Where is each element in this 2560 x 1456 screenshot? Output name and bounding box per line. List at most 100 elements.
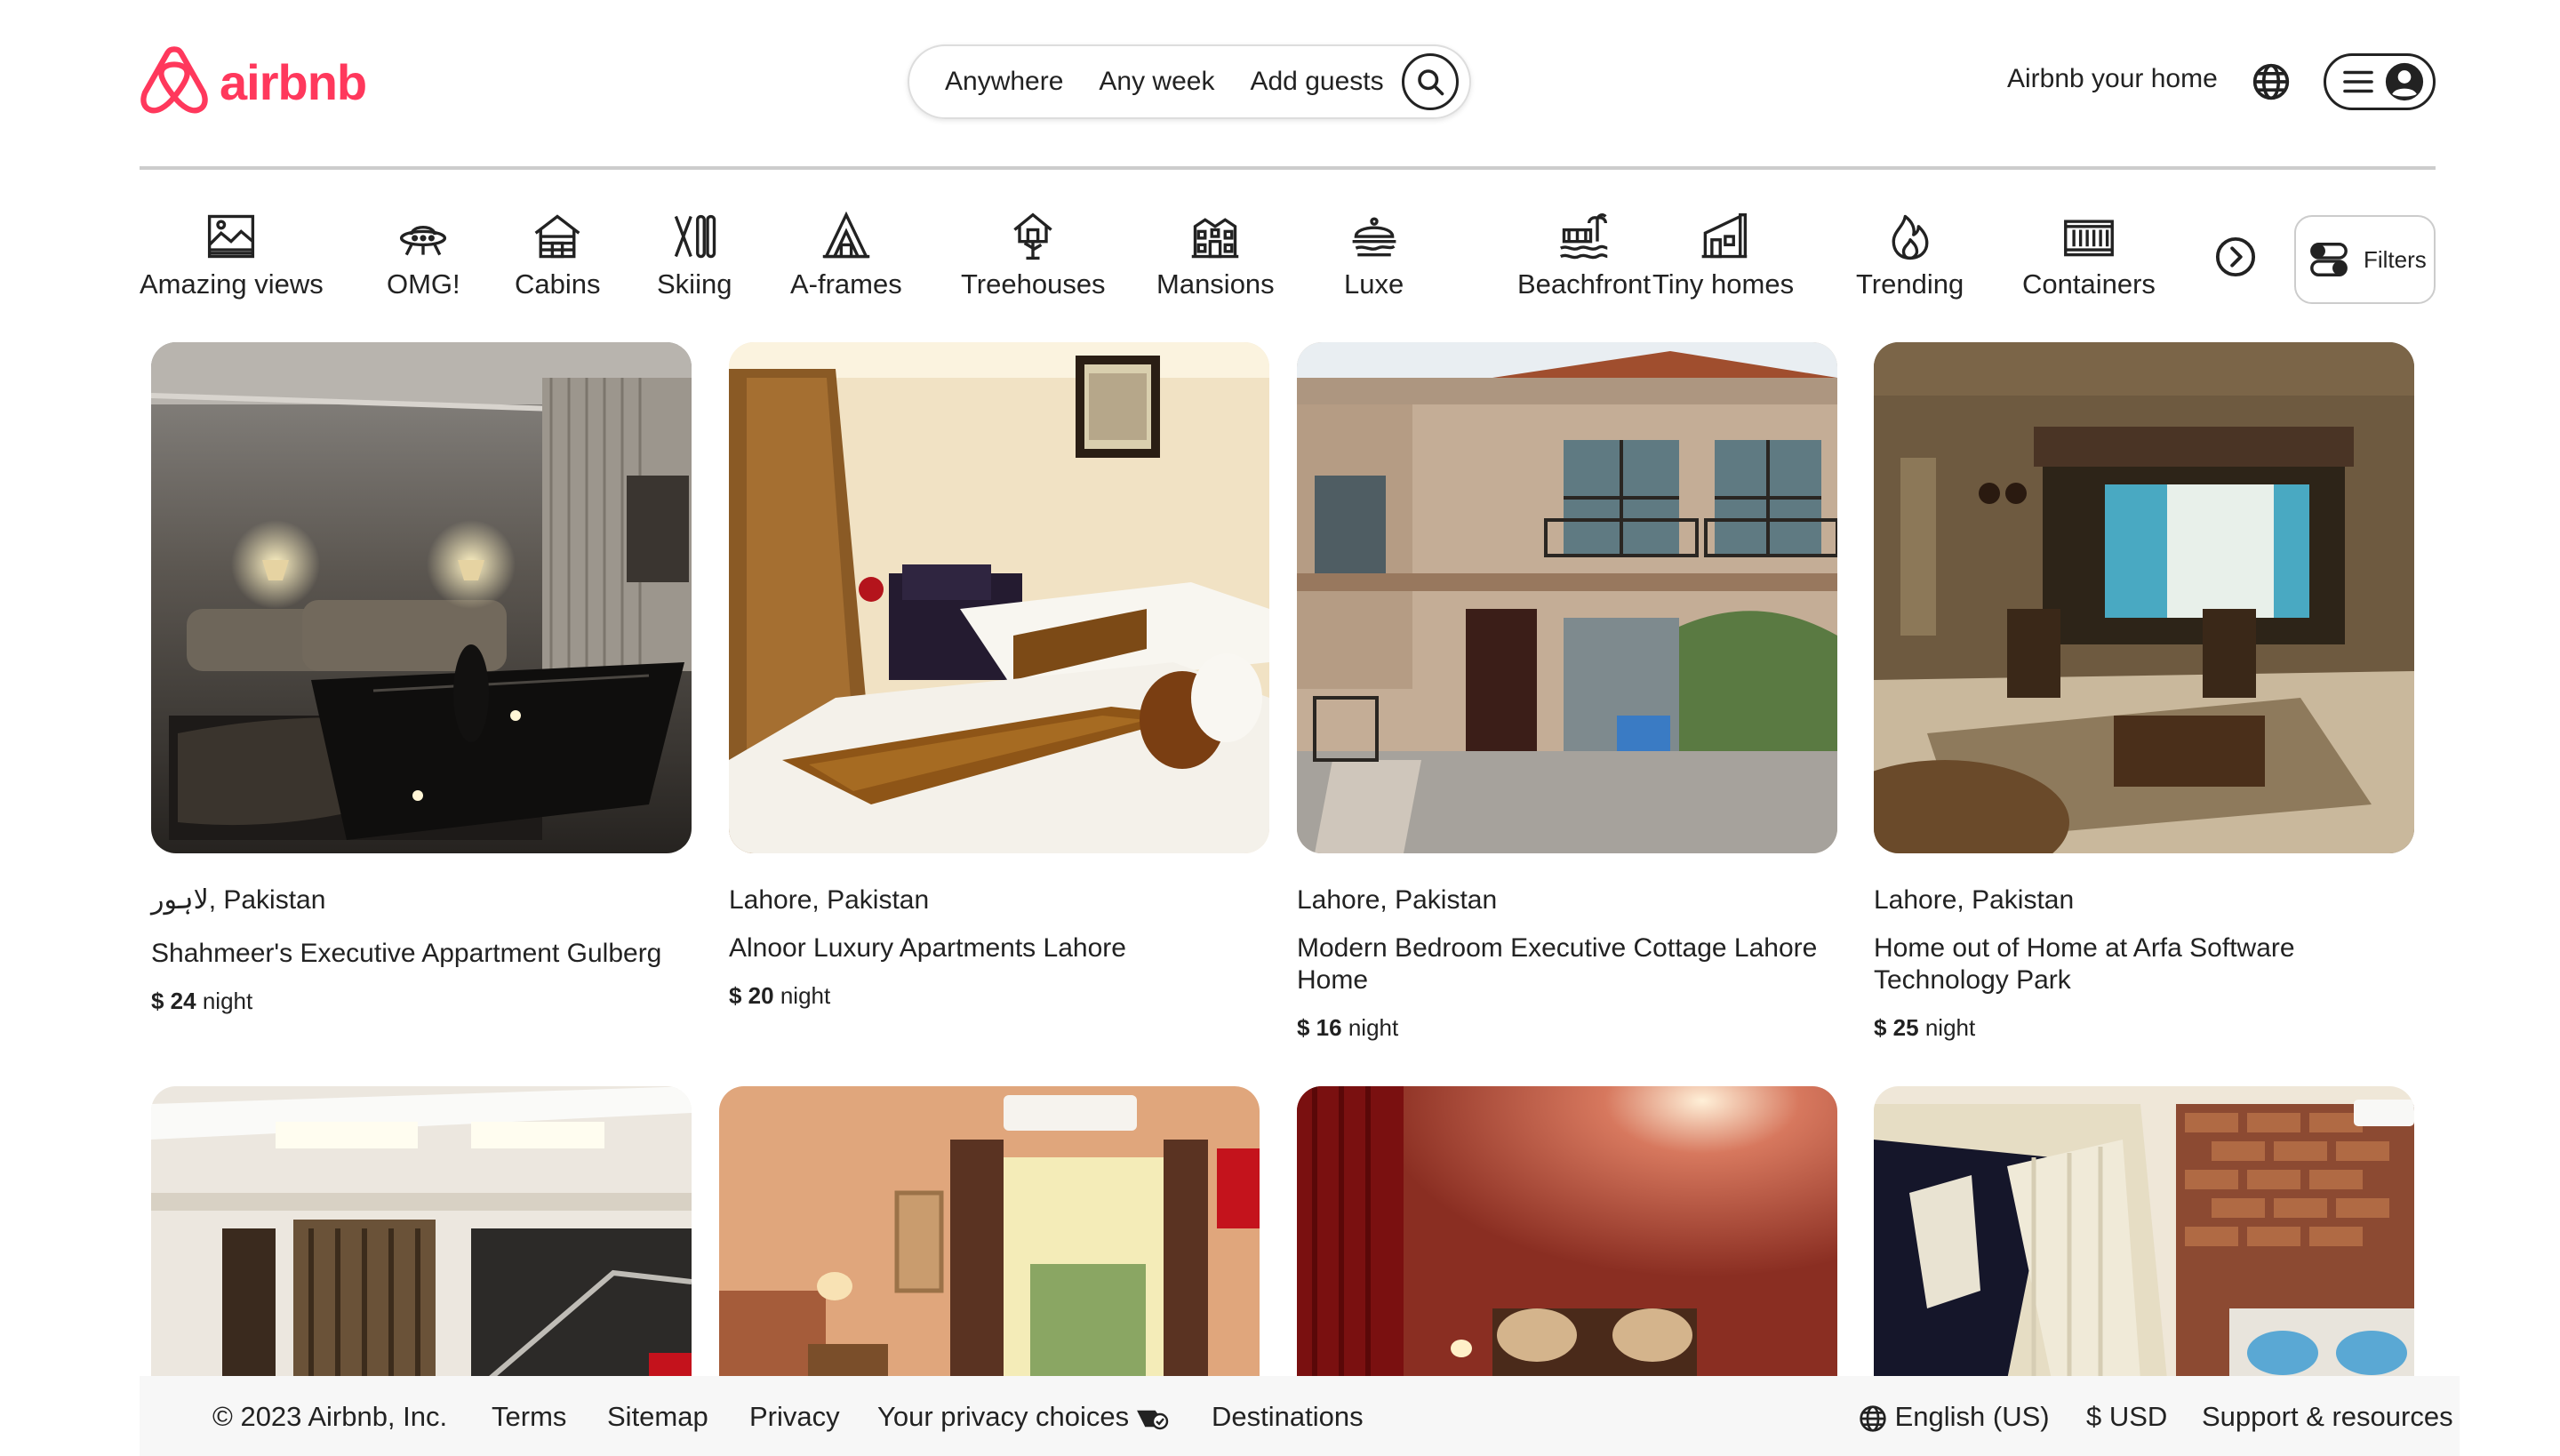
- category-label: Beachfront: [1517, 268, 1651, 300]
- category-label: Containers: [2022, 268, 2156, 300]
- search-guests[interactable]: Add guests: [1232, 67, 1401, 97]
- footer-link-destinations[interactable]: Destinations: [1212, 1401, 1364, 1433]
- brand-name: airbnb: [220, 53, 367, 110]
- footer-link-terms[interactable]: Terms: [492, 1401, 566, 1433]
- a-frame-icon: [822, 211, 870, 259]
- category-label: Trending: [1856, 268, 1964, 300]
- listing-location: Lahore, Pakistan: [1874, 885, 2075, 915]
- category-label: OMG!: [387, 268, 460, 300]
- category-label: Treehouses: [961, 268, 1106, 300]
- category-bar: Amazing views OMG! Cabins Skiing A-frame…: [140, 210, 2436, 316]
- category-label: Luxe: [1344, 268, 1404, 300]
- house-exterior-photo: [1297, 342, 1837, 853]
- search-icon: [1418, 69, 1444, 96]
- mansion-icon: [1192, 218, 1239, 259]
- listing-price: $ 24 night: [151, 988, 692, 1015]
- search-dates[interactable]: Any week: [1081, 67, 1232, 97]
- guest-room-photo: [719, 1086, 1260, 1380]
- listing-card[interactable]: لاہور, Pakistan Shahmeer's Executive App…: [151, 342, 692, 1015]
- listing-title: Alnoor Luxury Apartments Lahore: [729, 933, 1126, 963]
- price-unit: night: [1348, 1014, 1399, 1041]
- listing-title: Shahmeer's Executive Appartment Gulberg: [151, 939, 662, 968]
- category-treehouses[interactable]: Treehouses: [961, 210, 1106, 300]
- listing-card[interactable]: Lahore, Pakistan Alnoor Luxury Apartment…: [729, 342, 1269, 1010]
- category-trending[interactable]: Trending: [1856, 210, 1964, 300]
- listing-card[interactable]: Lahore, Pakistan Modern Bedroom Executiv…: [1297, 342, 1837, 1042]
- category-amazing-views[interactable]: Amazing views: [140, 210, 324, 300]
- categories-next-button[interactable]: [2215, 236, 2256, 277]
- listing-photo[interactable]: [151, 342, 692, 853]
- header-divider: [140, 166, 2436, 170]
- globe-icon: [1860, 1405, 1886, 1432]
- listing-photo[interactable]: [719, 1086, 1260, 1380]
- category-label: A-frames: [790, 268, 902, 300]
- privacy-choices-label: Your privacy choices: [877, 1401, 1130, 1432]
- airbnb-your-home-link[interactable]: Airbnb your home: [2007, 64, 2218, 94]
- category-mansions[interactable]: Mansions: [1156, 210, 1275, 300]
- price-amount: $ 16: [1297, 1014, 1342, 1041]
- treehouse-icon: [1013, 212, 1052, 260]
- lounge-photo: [1874, 342, 2414, 853]
- user-menu-button[interactable]: [2324, 53, 2436, 110]
- category-label: Cabins: [515, 268, 601, 300]
- category-luxe[interactable]: Luxe: [1344, 210, 1404, 300]
- listing-price: $ 20 night: [729, 982, 1269, 1010]
- listing-title: Modern Bedroom Executive Cottage Lahore …: [1297, 933, 1818, 995]
- category-beachfront[interactable]: Beachfront: [1517, 210, 1651, 300]
- search-location[interactable]: Anywhere: [927, 67, 1081, 97]
- listing-location: Lahore, Pakistan: [1297, 885, 1498, 915]
- listing-photo[interactable]: [1874, 1086, 2414, 1380]
- footer-link-privacy-choices[interactable]: Your privacy choices: [877, 1401, 1169, 1433]
- listing-photo[interactable]: [1297, 1086, 1837, 1380]
- listing-photo[interactable]: [1297, 342, 1837, 853]
- listing-photo[interactable]: [151, 1086, 692, 1380]
- lobby-photo: [151, 1086, 692, 1380]
- listing-photo[interactable]: [729, 342, 1269, 853]
- price-unit: night: [1924, 1014, 1976, 1041]
- listing-price: $ 25 night: [1874, 1014, 2414, 1042]
- airbnb-logo[interactable]: airbnb: [140, 44, 367, 119]
- listing-title: Home out of Home at Arfa Software Techno…: [1874, 933, 2295, 995]
- listing-photo[interactable]: [1874, 342, 2414, 853]
- globe-icon: [2252, 63, 2290, 100]
- chevron-right-icon: [2215, 236, 2256, 277]
- footer-link-sitemap[interactable]: Sitemap: [607, 1401, 708, 1433]
- footer-link-privacy[interactable]: Privacy: [749, 1401, 840, 1433]
- price-unit: night: [202, 988, 253, 1014]
- ufo-icon: [400, 226, 447, 256]
- category-label: Skiing: [657, 268, 732, 300]
- price-amount: $ 25: [1874, 1014, 1919, 1041]
- listing-location: Lahore, Pakistan: [729, 885, 930, 915]
- footer-language-button[interactable]: English (US): [1859, 1401, 2050, 1433]
- skiing-icon: [675, 214, 716, 259]
- footer-support-link[interactable]: Support & resources: [2202, 1401, 2453, 1433]
- listing-card[interactable]: Lahore, Pakistan Home out of Home at Arf…: [1874, 342, 2414, 1042]
- language-label: English (US): [1894, 1401, 2050, 1432]
- category-cabins[interactable]: Cabins: [515, 210, 601, 300]
- category-tiny-homes[interactable]: Tiny homes: [1652, 210, 1794, 300]
- category-a-frames[interactable]: A-frames: [790, 210, 902, 300]
- price-unit: night: [780, 982, 831, 1009]
- language-button[interactable]: [2252, 62, 2291, 101]
- amazing-views-icon: [208, 214, 255, 259]
- filters-label: Filters: [2364, 245, 2427, 273]
- category-label: Tiny homes: [1652, 268, 1795, 300]
- airbnb-logo-icon: [140, 46, 208, 114]
- tiny-home-icon: [1701, 212, 1747, 259]
- category-omg[interactable]: OMG!: [387, 210, 460, 300]
- privacy-toggle-icon: [1136, 1410, 1168, 1430]
- beachfront-icon: [1559, 212, 1608, 260]
- category-containers[interactable]: Containers: [2022, 210, 2156, 300]
- search-button[interactable]: [1402, 53, 1459, 110]
- container-icon: [2064, 220, 2114, 257]
- footer-currency-button[interactable]: $ USD: [2086, 1401, 2167, 1433]
- search-bar[interactable]: Anywhere Any week Add guests: [908, 44, 1471, 119]
- red-bedroom-photo: [1297, 1086, 1837, 1380]
- price-amount: $ 24: [151, 988, 196, 1014]
- cabin-icon: [534, 214, 580, 259]
- listing-price: $ 16 night: [1297, 1014, 1837, 1042]
- top-header: airbnb Anywhere Any week Add guests Airb…: [0, 0, 2560, 170]
- category-skiing[interactable]: Skiing: [657, 210, 732, 300]
- filters-button[interactable]: Filters: [2294, 215, 2436, 304]
- listing-location: لاہور, Pakistan: [151, 885, 326, 915]
